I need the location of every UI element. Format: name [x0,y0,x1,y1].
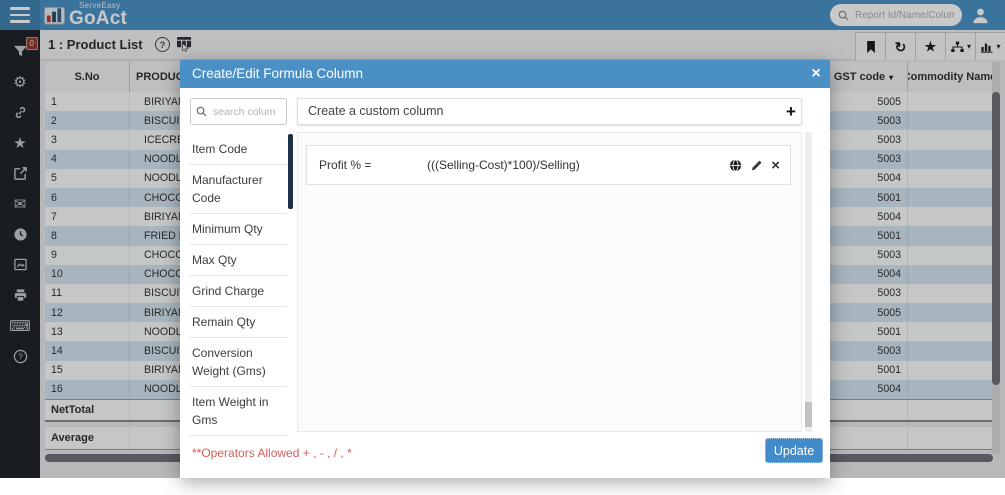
formula-column-modal: Create/Edit Formula Column × Item CodeMa… [180,60,830,478]
modal-column-item[interactable]: Remain Qty [190,307,287,338]
modal-title-bar: Create/Edit Formula Column [180,60,830,88]
update-button[interactable]: Update [765,438,823,463]
close-icon[interactable]: × [802,60,830,88]
edit-pencil-icon[interactable] [750,159,763,172]
modal-column-item[interactable]: Item Code [190,134,287,165]
formula-expression: (((Selling-Cost)*100)/Selling) [427,158,580,172]
formula-panel: Profit % = (((Selling-Cost)*100)/Selling… [297,132,802,432]
modal-column-item[interactable]: Conversion Weight (Gms) [190,338,287,387]
modal-title: Create/Edit Formula Column [192,66,364,81]
app-screen: ServeEasy GoAct 0 ⚙ ★ ✉ [0,0,1005,495]
formula-name: Profit % = [319,158,372,172]
panel-scrollbar[interactable] [805,132,812,432]
modal-column-item[interactable]: Max Qty [190,245,287,276]
delete-formula-icon[interactable]: × [771,158,780,173]
column-search-input[interactable] [211,104,283,119]
modal-column-item[interactable]: Minimum Qty [190,214,287,245]
search-icon [196,106,207,117]
column-list-scrollbar[interactable] [288,134,293,474]
operators-note: **Operators Allowed + , - , / , * [192,446,352,460]
column-search[interactable] [190,98,287,125]
column-list-scrollbar-thumb[interactable] [288,134,293,209]
globe-icon[interactable] [729,159,742,172]
add-column-button[interactable]: + [780,98,802,125]
modal-column-item[interactable]: Manufacturer Code [190,165,287,214]
custom-column-header: Create a custom column [297,98,802,125]
modal-column-item[interactable]: Item Weight in Gms [190,387,287,436]
modal-column-item[interactable]: Grind Charge [190,276,287,307]
panel-scrollbar-thumb[interactable] [805,402,812,427]
formula-row: Profit % = (((Selling-Cost)*100)/Selling… [306,145,791,185]
modal-column-list: Item Code Manufacturer Code Minimum Qty Max… [190,134,287,436]
